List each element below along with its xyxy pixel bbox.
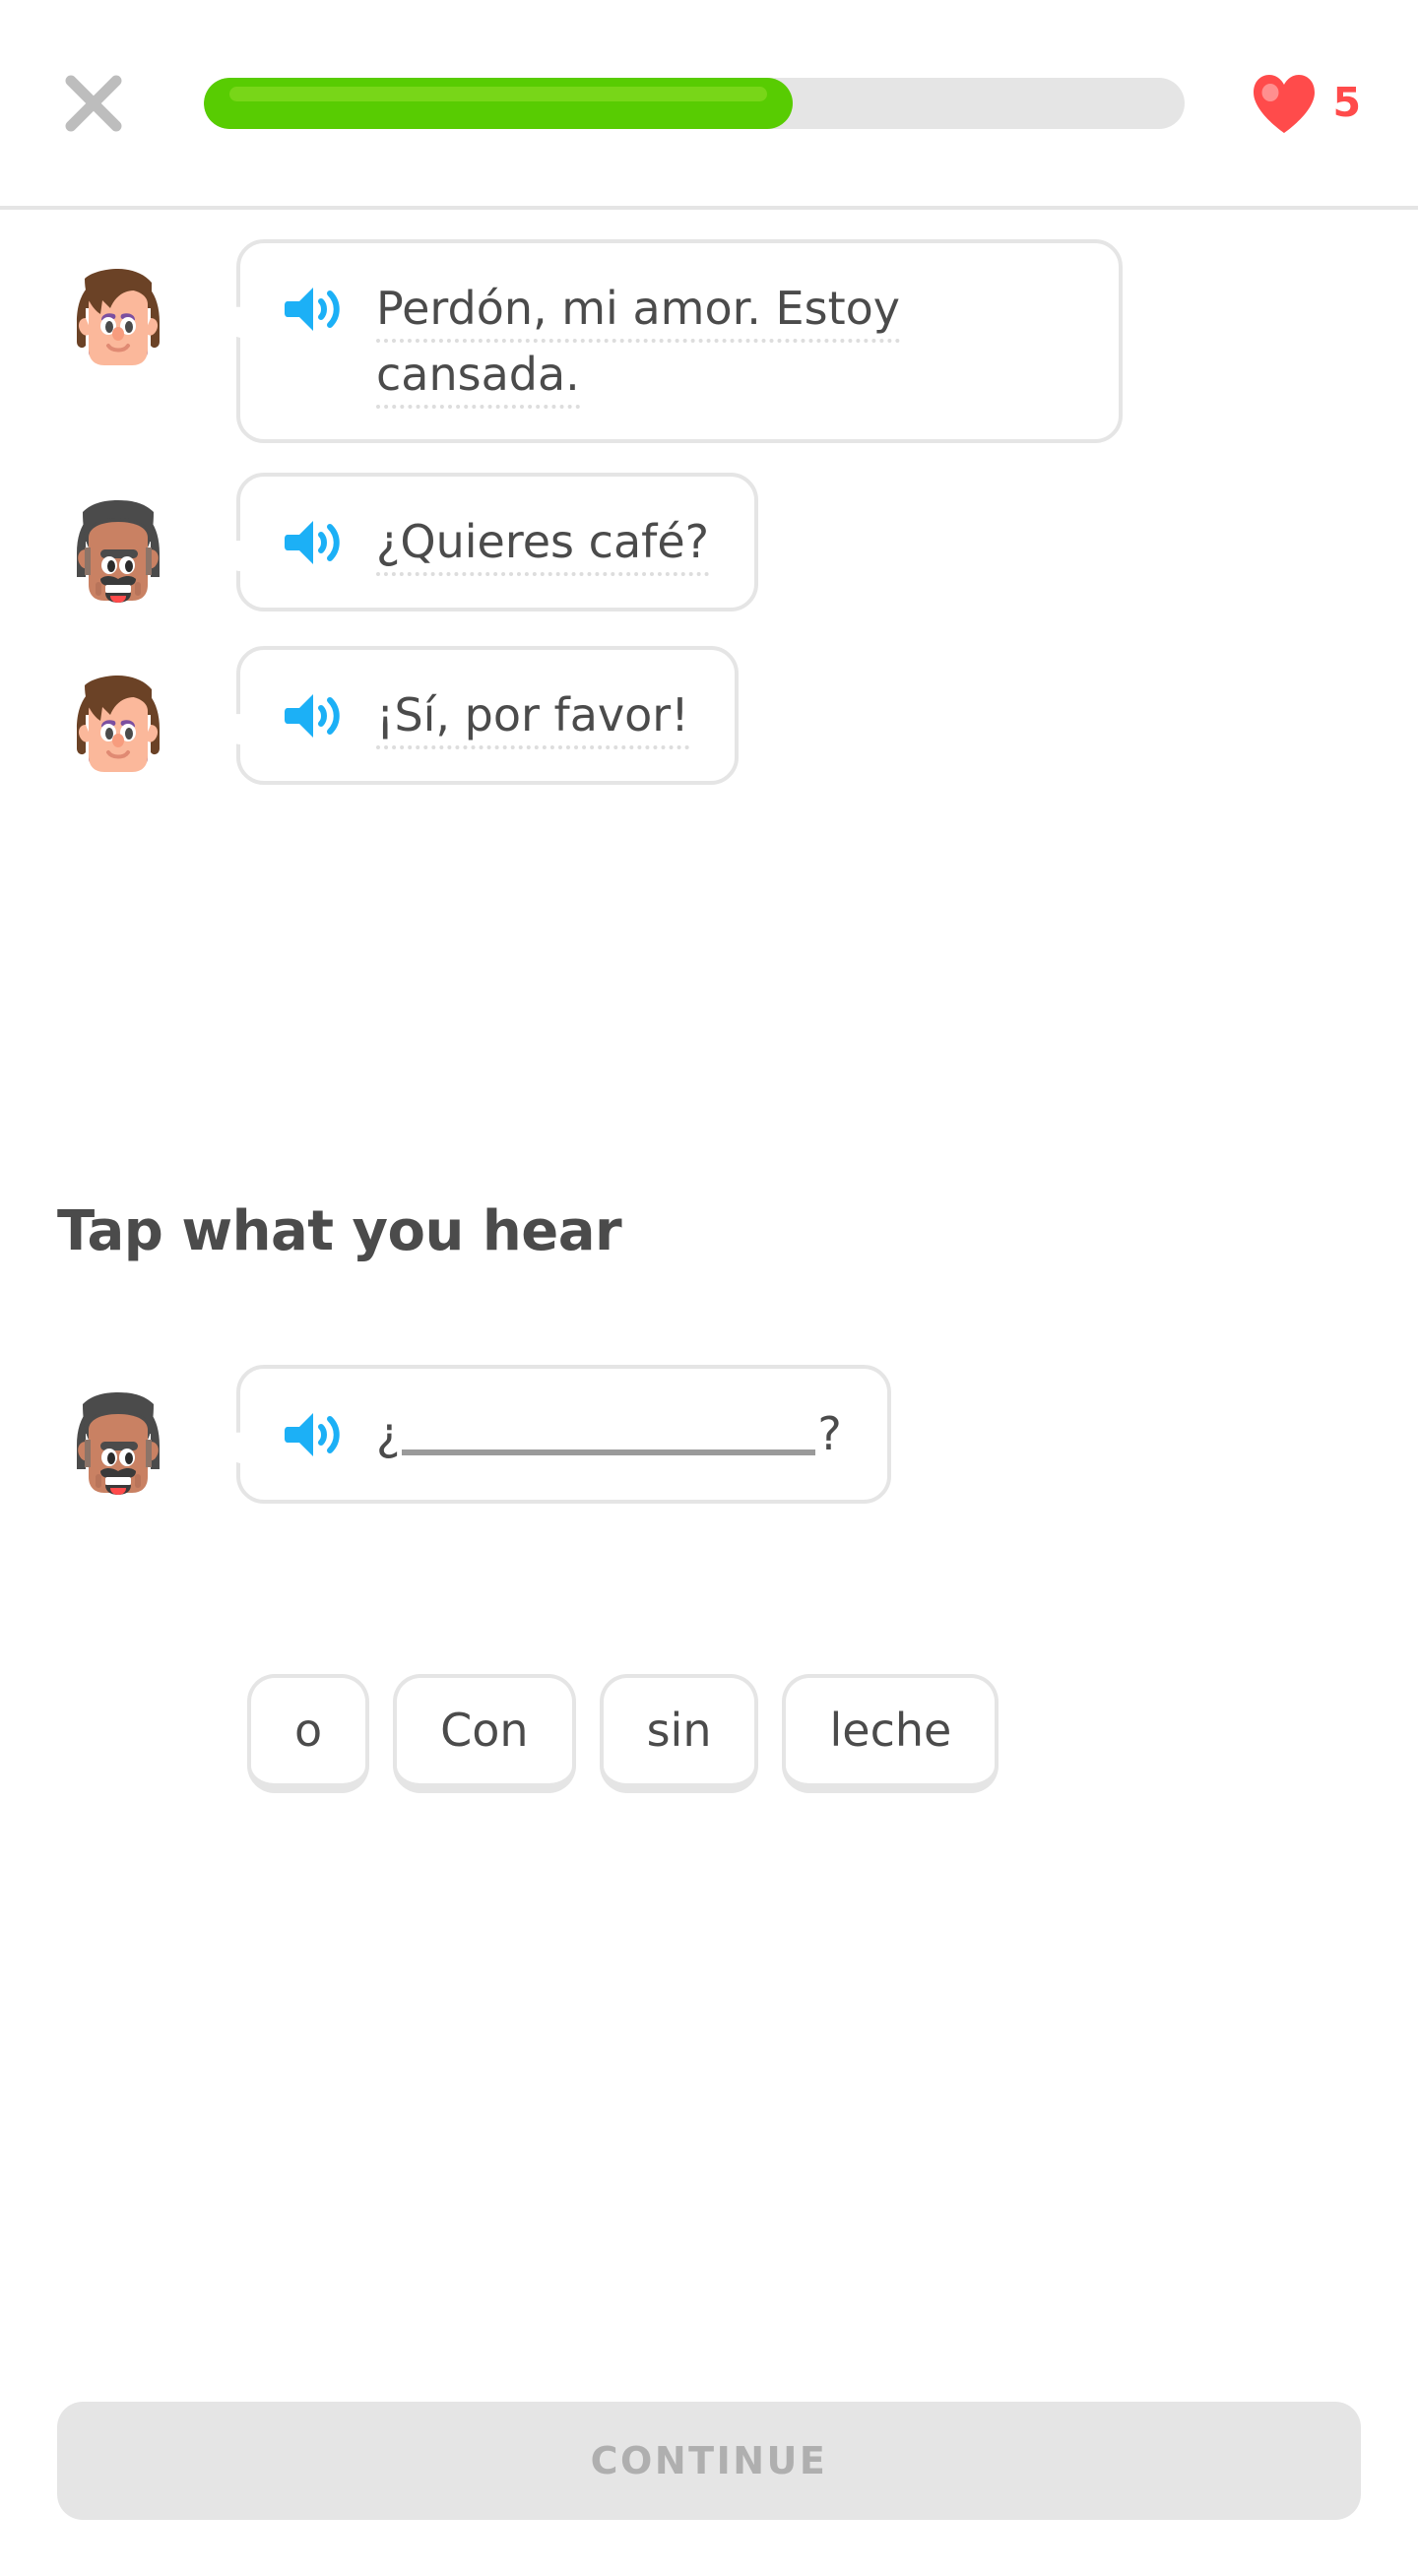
dialogue-bubble[interactable]: ¿Quieres café? <box>236 473 759 612</box>
challenge-text: ¿? <box>376 1401 842 1467</box>
lesson-header: 5 <box>0 0 1418 210</box>
answer-blank[interactable] <box>402 1416 816 1455</box>
challenge-prefix: ¿ <box>376 1407 401 1460</box>
hearts-count: 5 <box>1332 79 1361 126</box>
dialogue-text: ¿Quieres café? <box>376 509 710 577</box>
speaker-icon[interactable] <box>284 282 345 337</box>
speaker-icon[interactable] <box>284 688 345 743</box>
lesson-progress-fill <box>204 77 793 129</box>
lesson-progress-shine <box>229 86 767 101</box>
lesson-screen: 5 Perdón, mi amor. Estoy cansada. ¿Quier… <box>0 0 1418 2576</box>
exercise-instruction: Tap what you hear <box>57 1199 622 1263</box>
token-bank: o Con sin leche <box>0 1674 1418 1793</box>
dialogue-list: Perdón, mi amor. Estoy cansada. ¿Quieres… <box>0 239 1418 819</box>
speaker-icon[interactable] <box>284 1407 345 1462</box>
continue-button[interactable]: CONTINUE <box>57 2402 1361 2520</box>
heart-icon <box>1254 74 1316 133</box>
challenge-prompt: ¿? <box>0 1365 1418 1509</box>
dialogue-text: Perdón, mi amor. Estoy cansada. <box>376 276 1073 409</box>
male-gray-hair-mustache-avatar <box>59 498 177 616</box>
word-token[interactable]: sin <box>599 1674 759 1793</box>
word-token[interactable]: Con <box>393 1674 576 1793</box>
word-token[interactable]: leche <box>782 1674 999 1793</box>
dialogue-text: ¡Sí, por favor! <box>376 682 689 750</box>
female-brown-hair-avatar <box>59 265 177 383</box>
dialogue-row: ¡Sí, por favor! <box>0 646 1418 790</box>
lesson-progress-bar[interactable] <box>204 77 1186 129</box>
challenge-suffix: ? <box>817 1407 842 1460</box>
word-token[interactable]: o <box>247 1674 370 1793</box>
dialogue-row: ¿Quieres café? <box>0 473 1418 616</box>
male-gray-hair-mustache-avatar <box>59 1390 177 1509</box>
close-icon[interactable] <box>57 67 130 140</box>
dialogue-row: Perdón, mi amor. Estoy cansada. <box>0 239 1418 444</box>
dialogue-bubble[interactable]: ¡Sí, por favor! <box>236 646 739 786</box>
speaker-icon[interactable] <box>284 515 345 570</box>
female-brown-hair-avatar <box>59 672 177 790</box>
dialogue-bubble[interactable]: Perdón, mi amor. Estoy cansada. <box>236 239 1123 444</box>
hearts-indicator[interactable]: 5 <box>1252 73 1361 134</box>
challenge-bubble[interactable]: ¿? <box>236 1365 891 1504</box>
lesson-footer: CONTINUE <box>0 2354 1418 2576</box>
dialogue-text-value: ¡Sí, por favor! <box>376 688 689 750</box>
challenge-row: ¿? <box>0 1365 1418 1509</box>
dialogue-text-value: ¿Quieres café? <box>376 515 710 577</box>
dialogue-text-value: Perdón, mi amor. Estoy cansada. <box>376 282 900 409</box>
